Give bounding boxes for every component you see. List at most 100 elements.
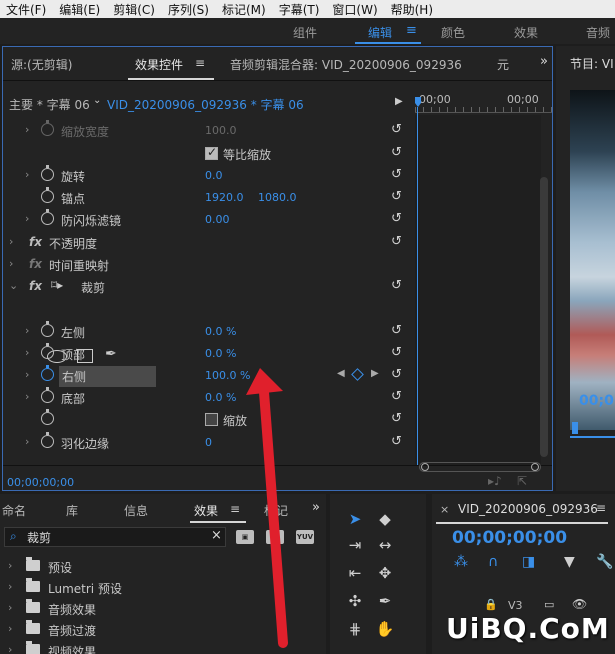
menu-clip[interactable]: 剪辑(C) [107,1,162,18]
zoom-tool-icon[interactable]: ✋ [374,620,396,640]
reset-icon[interactable]: ↺ [391,367,402,382]
sync-lock-icon[interactable]: ▭ [544,598,554,611]
param-value-x[interactable]: 1920.0 [205,191,244,204]
expand-arrow-icon[interactable]: › [8,601,12,614]
menu-window[interactable]: 窗口(W) [326,1,384,18]
menu-edit[interactable]: 编辑(E) [53,1,107,18]
stopwatch-icon[interactable] [41,209,54,225]
filter-icon[interactable]: ▸♪ [488,474,502,488]
reset-icon[interactable]: ↺ [391,389,402,404]
stopwatch-icon[interactable] [41,365,54,381]
param-value[interactable]: 0 [205,436,212,449]
workspace-editing[interactable]: 编辑 [368,24,392,41]
reset-icon[interactable]: ↺ [391,411,402,426]
tab-source[interactable]: 源:(无剪辑) [11,56,72,73]
stopwatch-icon[interactable] [41,343,54,359]
nest-icon[interactable]: ⁂ [454,554,468,570]
menu-marker[interactable]: 标记(M) [216,1,273,18]
program-scrub-bar[interactable] [570,436,615,438]
tab-info[interactable]: 信息 [124,502,148,519]
current-timecode[interactable]: 00;00;00;00 [7,476,74,489]
settings-wrench-icon[interactable]: 🔧 [596,554,613,570]
transform-box-icon[interactable]: ⌑▸ [51,278,63,292]
timeline-timecode[interactable]: 00;00;00;00 [452,528,567,548]
stopwatch-icon[interactable] [41,321,54,337]
close-icon[interactable]: × [440,503,449,516]
stopwatch-icon[interactable] [41,409,54,425]
lock-icon[interactable]: 🔒 [484,598,498,611]
menu-file[interactable]: 文件(F) [0,1,53,18]
workspace-audio[interactable]: 音频 [586,24,610,41]
param-value[interactable]: 100.0 % [205,369,250,382]
expand-arrow-icon[interactable]: › [25,212,29,225]
expand-arrow-icon[interactable]: › [8,559,12,572]
master-clip-label[interactable]: 主要 * 字幕 06 [9,96,90,113]
program-playhead[interactable] [572,422,578,434]
list-item[interactable]: › 预设 [0,556,326,576]
reset-icon[interactable]: ↺ [391,211,402,226]
add-keyframe-icon[interactable] [351,368,364,381]
param-value[interactable]: 0.0 % [205,325,236,338]
menu-help[interactable]: 帮助(H) [385,1,440,18]
workspace-menu-icon[interactable]: ≡ [406,23,417,38]
expand-arrow-icon[interactable]: › [25,368,29,381]
snap-icon[interactable]: ∩ [488,554,498,570]
stopwatch-icon[interactable] [41,387,54,403]
expand-arrow-icon[interactable]: › [9,235,13,248]
export-icon[interactable]: ⇱ [517,474,527,488]
param-value-y[interactable]: 1080.0 [258,191,297,204]
horizontal-zoom-scrollbar[interactable] [419,462,541,472]
hand-tool-icon[interactable]: ⋕ [344,620,366,640]
param-value[interactable]: 0.0 % [205,347,236,360]
param-value[interactable]: 0.0 [205,169,223,182]
param-value[interactable]: 100.0 [205,124,237,137]
menu-title[interactable]: 字幕(T) [273,1,327,18]
workspace-effects[interactable]: 效果 [514,24,538,41]
linked-selection-icon[interactable]: ◨ [522,554,535,570]
tab-name[interactable]: 命名 [2,502,26,519]
tab-audio-clip-mixer[interactable]: 音频剪辑混合器: VID_20200906_092936 [230,56,462,73]
expand-arrow-icon[interactable]: › [25,123,29,136]
zoom-handle-right[interactable] [531,463,539,471]
tab-effects[interactable]: 效果 [194,502,218,519]
list-item[interactable]: › 视频效果 [0,640,326,654]
razor-tool-icon[interactable]: ⇤ [344,564,366,584]
32bit-effects-icon[interactable]: 32 [266,530,284,544]
rate-stretch-tool-icon[interactable]: ↔ [374,536,396,556]
collapse-arrow-icon[interactable]: ⌄ [9,279,18,292]
timeline-ruler[interactable]: 00;00 00;00 [415,91,552,115]
expand-arrow-icon[interactable]: › [25,435,29,448]
keyframe-area[interactable] [415,115,541,465]
reset-icon[interactable]: ↺ [391,323,402,338]
play-icon[interactable]: ▶ [395,96,403,107]
slip-tool-icon[interactable]: ✥ [374,564,396,584]
expand-arrow-icon[interactable]: › [8,643,12,654]
zoom-checkbox[interactable] [205,413,218,426]
track-select-tool-icon[interactable]: ◆ [374,510,396,530]
zoom-handle-left[interactable] [421,463,429,471]
next-keyframe-icon[interactable]: ▶ [371,368,379,379]
add-marker-icon[interactable]: ▼ [564,554,575,570]
tab-effect-controls[interactable]: 效果控件 [135,56,183,73]
stopwatch-icon[interactable] [41,187,54,203]
expand-arrow-icon[interactable]: › [25,324,29,337]
yuv-effects-icon[interactable]: YUV [296,530,314,544]
ripple-edit-tool-icon[interactable]: ⇥ [344,536,366,556]
panel-overflow-icon[interactable]: » [312,500,320,515]
tab-more[interactable]: 元 [497,56,509,73]
expand-arrow-icon[interactable]: › [25,168,29,181]
fx-icon[interactable]: fx [29,279,42,293]
param-value[interactable]: 0.0 % [205,391,236,404]
tab-markers[interactable]: 标记 [264,502,288,519]
panel-overflow-icon[interactable]: » [540,54,548,69]
clear-search-icon[interactable]: × [211,528,222,543]
program-timecode[interactable]: 00;0 [579,393,614,409]
stopwatch-icon[interactable] [41,432,54,448]
eye-icon[interactable]: 👁 [572,597,587,611]
reset-icon[interactable]: ↺ [391,167,402,182]
reset-icon[interactable]: ↺ [391,234,402,249]
reset-icon[interactable]: ↺ [391,278,402,293]
prev-keyframe-icon[interactable]: ◀ [337,368,345,379]
tab-menu-icon[interactable]: ≡ [195,56,205,70]
menu-sequence[interactable]: 序列(S) [162,1,216,18]
